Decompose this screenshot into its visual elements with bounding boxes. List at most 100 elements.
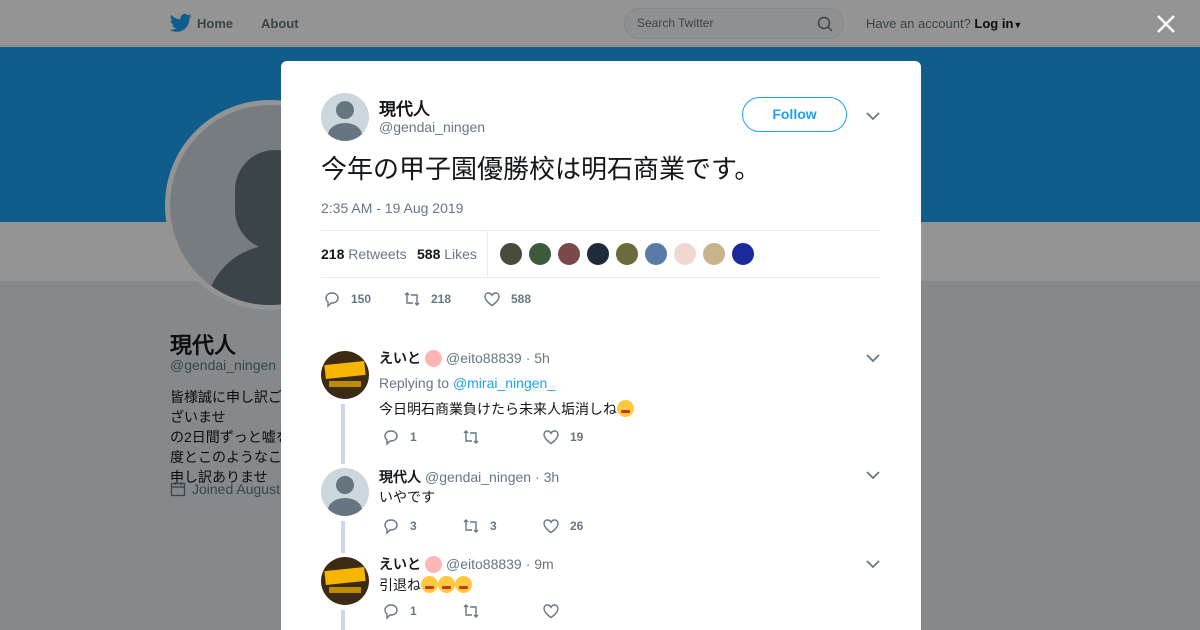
retweet-icon[interactable] [403, 290, 421, 308]
reply-avatar[interactable] [321, 468, 369, 516]
reply-item[interactable]: えいと @eito88839 · 9m 引退ね 1 [321, 554, 881, 630]
chevron-down-icon[interactable] [866, 111, 880, 121]
smiling-face-emoji-icon [425, 555, 442, 573]
retweets-stat[interactable]: 218 Retweets [321, 246, 407, 262]
avatar-art [324, 360, 366, 380]
like-count: 19 [570, 430, 584, 444]
reply-author-name[interactable]: えいと [379, 554, 421, 574]
tweet-author-handle[interactable]: @gendai_ningen [379, 119, 485, 135]
liker-avatar[interactable] [673, 242, 697, 266]
follow-button[interactable]: Follow [742, 97, 847, 132]
reply-text-body: 引退ね [379, 578, 421, 594]
retweet-action[interactable] [462, 428, 542, 446]
liker-avatars [499, 242, 755, 266]
close-icon[interactable] [1155, 13, 1177, 35]
like-icon[interactable] [542, 428, 560, 446]
chevron-down-icon[interactable] [866, 559, 880, 569]
reply-text: 引退ね [379, 575, 472, 595]
liker-avatar[interactable] [586, 242, 610, 266]
tweet-timestamp[interactable]: 2:35 AM - 19 Aug 2019 [321, 200, 463, 216]
replying-to: Replying to @mirai_ningen_ [379, 375, 555, 391]
retweet-icon[interactable] [462, 602, 480, 620]
stats-divider [487, 231, 488, 278]
reply-author-handle[interactable]: @eito88839 [446, 350, 522, 366]
reply-text: いやです [379, 490, 435, 506]
reply-count: 1 [410, 604, 417, 618]
reply-icon[interactable] [382, 602, 400, 620]
reply-action[interactable]: 3 [382, 517, 462, 535]
retweet-count: 3 [490, 519, 497, 533]
reply-action[interactable]: 1 [382, 602, 462, 620]
avatar-art [329, 587, 361, 593]
reply-author-name[interactable]: えいと [379, 348, 421, 368]
reply-actions: 1 [382, 602, 570, 620]
reply-time[interactable]: · 9m [526, 556, 554, 572]
like-icon[interactable] [542, 517, 560, 535]
likes-label: Likes [444, 246, 477, 262]
author-avatar[interactable] [321, 93, 369, 141]
like-icon[interactable] [542, 602, 560, 620]
like-action[interactable] [542, 602, 570, 620]
chevron-down-icon[interactable] [866, 470, 880, 480]
reply-header: えいと @eito88839 · 5h [379, 348, 550, 368]
reply-actions: 1 19 [382, 428, 583, 446]
avatar-head-shape [336, 101, 354, 119]
avatar-head-shape [336, 476, 354, 494]
like-count: 588 [511, 292, 532, 306]
like-action[interactable]: 26 [542, 517, 583, 535]
reply-avatar[interactable] [321, 351, 369, 399]
avatar-art [324, 566, 366, 586]
tweet-actions: 150 218 588 [323, 290, 531, 308]
retweet-action[interactable] [462, 602, 542, 620]
retweet-count: 218 [431, 292, 452, 306]
liker-avatar[interactable] [528, 242, 552, 266]
reply-action[interactable]: 150 [323, 290, 403, 308]
reply-header: 現代人 @gendai_ningen · 3h [379, 467, 559, 487]
replying-to-link[interactable]: @mirai_ningen_ [453, 375, 555, 391]
reply-time[interactable]: · 5h [526, 350, 550, 366]
reply-item[interactable]: 現代人 @gendai_ningen · 3h いやです 3 3 26 [321, 468, 881, 548]
smiling-face-emoji-icon [425, 349, 442, 367]
like-action[interactable]: 19 [542, 428, 583, 446]
retweet-icon[interactable] [462, 517, 480, 535]
like-icon[interactable] [483, 290, 501, 308]
tweet-author-name[interactable]: 現代人 [379, 95, 430, 120]
reply-header: えいと @eito88839 · 9m [379, 554, 554, 574]
liker-avatar[interactable] [499, 242, 523, 266]
reply-author-name[interactable]: 現代人 [379, 467, 421, 487]
reply-action[interactable]: 1 [382, 428, 462, 446]
angry-face-emoji-icon [617, 400, 634, 417]
avatar-art [329, 381, 361, 387]
reply-text: 今日明石商業負けたら未来人垢消しね [379, 399, 634, 419]
replying-to-prefix: Replying to [379, 375, 450, 391]
tweet-stats: 218 Retweets 588 Likes [321, 230, 881, 278]
reply-time[interactable]: · 3h [535, 469, 559, 485]
reply-icon[interactable] [382, 428, 400, 446]
chevron-down-icon[interactable] [866, 353, 880, 363]
liker-avatar[interactable] [702, 242, 726, 266]
retweets-count: 218 [321, 246, 345, 262]
reply-author-handle[interactable]: @eito88839 [446, 556, 522, 572]
liker-avatar[interactable] [731, 242, 755, 266]
reply-icon[interactable] [323, 290, 341, 308]
angry-face-emoji-icon [455, 576, 472, 593]
angry-face-emoji-icon [438, 576, 455, 593]
likes-count: 588 [417, 246, 441, 262]
reply-avatar[interactable] [321, 557, 369, 605]
liker-avatar[interactable] [557, 242, 581, 266]
reply-count: 3 [410, 519, 417, 533]
retweet-action[interactable]: 3 [462, 517, 542, 535]
retweet-action[interactable]: 218 [403, 290, 483, 308]
reply-author-handle[interactable]: @gendai_ningen [425, 469, 531, 485]
reply-item[interactable]: えいと @eito88839 · 5h Replying to @mirai_n… [321, 348, 881, 451]
tweet-text: 今年の甲子園優勝校は明石商業です。 [321, 155, 761, 185]
liker-avatar[interactable] [615, 242, 639, 266]
reply-icon[interactable] [382, 517, 400, 535]
avatar-body-shape [328, 123, 362, 141]
like-action[interactable]: 588 [483, 290, 531, 308]
reply-text-body: 今日明石商業負けたら未来人垢消しね [379, 402, 617, 418]
likes-stat[interactable]: 588 Likes [417, 246, 477, 262]
tweet-modal: 現代人 @gendai_ningen Follow 今年の甲子園優勝校は明石商業… [281, 61, 921, 630]
liker-avatar[interactable] [644, 242, 668, 266]
retweet-icon[interactable] [462, 428, 480, 446]
